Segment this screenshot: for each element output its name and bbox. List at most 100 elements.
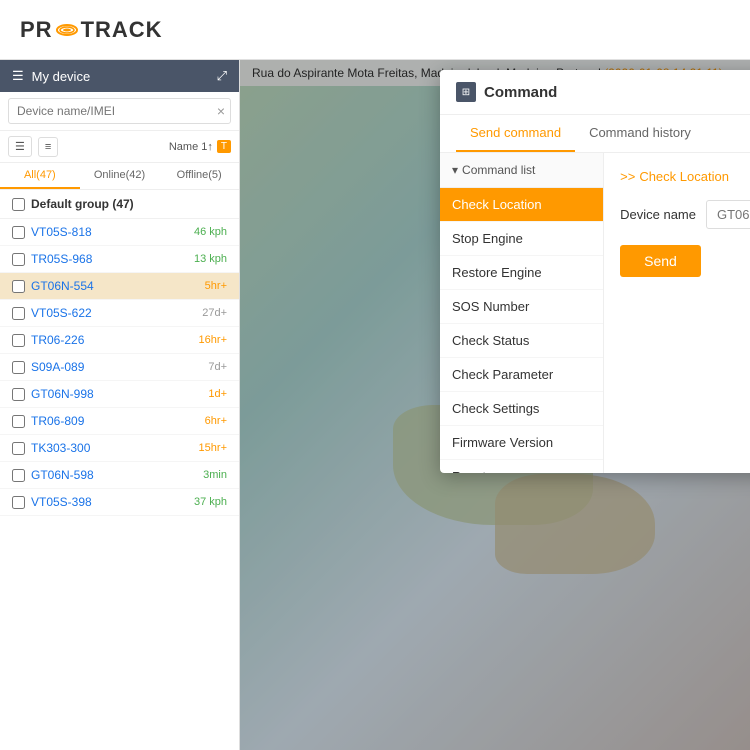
sidebar-title: My device	[32, 69, 91, 84]
device-name: VT05S-398	[31, 495, 92, 509]
device-item-s09a-089[interactable]: S09A-089 7d+	[0, 354, 239, 381]
sidebar-header-left: ☰ My device	[12, 68, 90, 84]
device-checkbox[interactable]	[12, 496, 25, 509]
device-checkbox[interactable]	[12, 361, 25, 374]
tab-offline[interactable]: Offline(5)	[159, 163, 239, 189]
command-item-firmware-version[interactable]: Firmware Version	[440, 426, 603, 460]
device-item-tk303-300[interactable]: TK303-300 15hr+	[0, 435, 239, 462]
command-right-header: >> Check Location	[620, 169, 750, 184]
sidebar-search: ×	[0, 92, 239, 131]
device-status: 37 kph	[194, 496, 227, 508]
filter-tabs: All(47) Online(42) Offline(5)	[0, 163, 239, 190]
command-list-label: Command list	[462, 163, 535, 177]
device-status: 46 kph	[194, 226, 227, 238]
logo-text-pre: PR	[20, 17, 53, 43]
device-status: 13 kph	[194, 253, 227, 265]
device-checkbox[interactable]	[12, 307, 25, 320]
sort-label: Name 1↑	[169, 141, 213, 153]
device-item-gt06n-598[interactable]: GT06N-598 3min	[0, 462, 239, 489]
modal-icon-symbol: ⊞	[462, 87, 470, 98]
device-name-row: Device name	[620, 200, 750, 229]
device-item-gt06n-554[interactable]: GT06N-554 5hr+	[0, 273, 239, 300]
device-name: GT06N-554	[31, 279, 94, 293]
command-item-stop-engine[interactable]: Stop Engine	[440, 222, 603, 256]
device-status: 15hr+	[199, 442, 227, 454]
device-item-vt05s-818[interactable]: VT05S-818 46 kph	[0, 219, 239, 246]
device-checkbox[interactable]	[12, 334, 25, 347]
device-item-tr05s-968[interactable]: TR05S-968 13 kph	[0, 246, 239, 273]
group-label: Default group (47)	[31, 197, 134, 211]
device-status: 16hr+	[199, 334, 227, 346]
device-status: 7d+	[208, 361, 227, 373]
sidebar-expand-icon[interactable]: ⤢	[217, 68, 227, 84]
modal-header: ⊞ Command ×	[440, 70, 750, 115]
modal-body: ▾ Command list Check Location Stop Engin…	[440, 153, 750, 473]
toolbar-list-btn[interactable]: ≡	[38, 137, 58, 157]
sort-type-badge: T	[217, 140, 231, 153]
modal-header-left: ⊞ Command	[456, 82, 557, 102]
command-item-check-status[interactable]: Check Status	[440, 324, 603, 358]
modal-tabs: Send command Command history	[440, 115, 750, 153]
command-modal: ⊞ Command × Send command Command history…	[440, 70, 750, 473]
device-checkbox[interactable]	[12, 226, 25, 239]
command-item-check-parameter[interactable]: Check Parameter	[440, 358, 603, 392]
command-list-panel: ▾ Command list Check Location Stop Engin…	[440, 153, 604, 473]
modal-icon: ⊞	[456, 82, 476, 102]
sidebar-device-icon: ☰	[12, 68, 24, 84]
device-status: 27d+	[202, 307, 227, 319]
command-list-header: ▾ Command list	[440, 153, 603, 188]
device-item-vt05s-398[interactable]: VT05S-398 37 kph	[0, 489, 239, 516]
device-name: GT06N-598	[31, 468, 94, 482]
search-clear-button[interactable]: ×	[217, 103, 225, 119]
command-item-check-settings[interactable]: Check Settings	[440, 392, 603, 426]
tab-online[interactable]: Online(42)	[80, 163, 160, 189]
command-item-reset[interactable]: Reset	[440, 460, 603, 473]
main-content: ☰ My device ⤢ × ☰ ≡ Name 1↑ T All(47) On…	[0, 60, 750, 750]
tab-all[interactable]: All(47)	[0, 163, 80, 189]
toolbar-sort[interactable]: Name 1↑ T	[169, 140, 231, 153]
collapse-arrow-icon: ▾	[452, 163, 458, 177]
command-item-check-location[interactable]: Check Location	[440, 188, 603, 222]
command-item-sos-number[interactable]: SOS Number	[440, 290, 603, 324]
sidebar-toolbar: ☰ ≡ Name 1↑ T	[0, 131, 239, 163]
selected-command-label: Check Location	[639, 169, 729, 184]
device-item-tr06-226[interactable]: TR06-226 16hr+	[0, 327, 239, 354]
toolbar-icon-btn[interactable]: ☰	[8, 136, 32, 157]
chevron-right-icon: >>	[620, 169, 635, 184]
app-header: PR TRACK	[0, 0, 750, 60]
sidebar-header: ☰ My device ⤢	[0, 60, 239, 92]
device-name: TR06-226	[31, 333, 84, 347]
send-button[interactable]: Send	[620, 245, 701, 277]
device-item-tr06-809[interactable]: TR06-809 6hr+	[0, 408, 239, 435]
device-name: TK303-300	[31, 441, 90, 455]
device-status: 3min	[203, 469, 227, 481]
device-group: Default group (47)	[0, 190, 239, 219]
tab-send-command[interactable]: Send command	[456, 115, 575, 152]
device-checkbox[interactable]	[12, 415, 25, 428]
map-area: Rua do Aspirante Mota Freitas, Madeira I…	[240, 60, 750, 750]
device-item-gt06n-998[interactable]: GT06N-998 1d+	[0, 381, 239, 408]
device-checkbox[interactable]	[12, 469, 25, 482]
tab-command-history[interactable]: Command history	[575, 115, 705, 152]
device-name-input[interactable]	[706, 200, 750, 229]
device-name: GT06N-998	[31, 387, 94, 401]
device-item-vt05s-622[interactable]: VT05S-622 27d+	[0, 300, 239, 327]
device-name-label: Device name	[620, 207, 696, 222]
modal-title: Command	[484, 84, 557, 101]
device-name: S09A-089	[31, 360, 84, 374]
device-checkbox[interactable]	[12, 253, 25, 266]
device-name: VT05S-622	[31, 306, 92, 320]
device-status: 6hr+	[205, 415, 227, 427]
search-input[interactable]	[8, 98, 231, 124]
device-status: 5hr+	[205, 280, 227, 292]
logo-icon	[55, 18, 79, 42]
group-checkbox[interactable]	[12, 198, 25, 211]
device-status: 1d+	[208, 388, 227, 400]
device-name: TR06-809	[31, 414, 84, 428]
device-checkbox[interactable]	[12, 388, 25, 401]
command-item-restore-engine[interactable]: Restore Engine	[440, 256, 603, 290]
device-name: TR05S-968	[31, 252, 92, 266]
device-checkbox[interactable]	[12, 280, 25, 293]
device-name: VT05S-818	[31, 225, 92, 239]
device-checkbox[interactable]	[12, 442, 25, 455]
